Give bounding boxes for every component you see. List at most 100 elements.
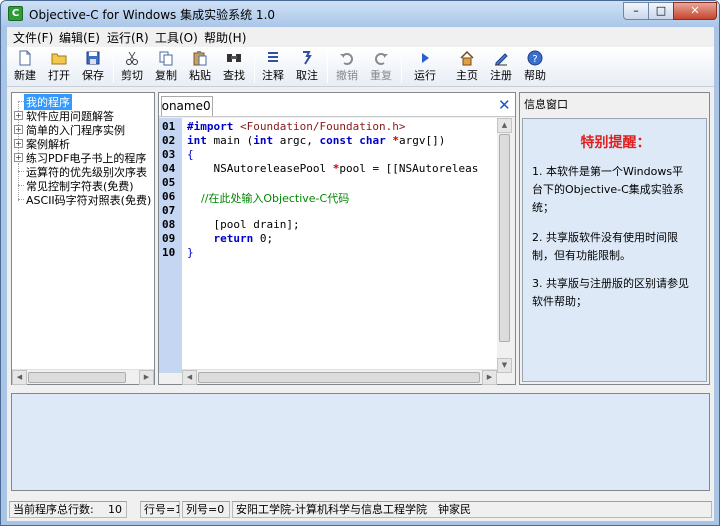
tree-connector xyxy=(18,185,24,186)
line-number: 08 xyxy=(162,218,176,231)
help-button[interactable]: ? 帮助 xyxy=(521,47,549,85)
code-token: * xyxy=(385,134,399,147)
redo-button[interactable]: 重复 xyxy=(367,47,395,85)
menu-run[interactable]: 运行(R) xyxy=(107,29,149,46)
line-number: 04 xyxy=(162,162,176,175)
scroll-down-icon[interactable]: ▼ xyxy=(497,358,512,373)
redo-icon xyxy=(375,53,388,65)
code-line: return 0; xyxy=(187,232,273,245)
file-tab-label: noname0. xyxy=(161,99,213,113)
program-tree[interactable]: 我的程序 + 软件应用问题解答 + 简单的入门程序实例 + 案例解析 + 练习P… xyxy=(11,92,155,385)
tree-connector xyxy=(18,171,24,172)
code-text-area[interactable]: #import <Foundation/Foundation.h> int ma… xyxy=(182,118,497,373)
scroll-left-icon[interactable]: ◀ xyxy=(12,370,27,385)
tree-item-pdf-exercises[interactable]: + 练习PDF电子书上的程序 xyxy=(12,150,152,165)
toolbar-separator xyxy=(254,51,255,83)
tree-horizontal-scrollbar[interactable]: ◀ ▶ xyxy=(12,369,154,385)
home-button[interactable]: 主页 xyxy=(453,47,481,85)
home-icon xyxy=(460,50,474,66)
tree-item-operator-precedence[interactable]: 运算符的优先级别次序表 xyxy=(12,164,152,179)
scrollbar-thumb[interactable] xyxy=(28,372,126,383)
title-bar[interactable]: C Objective-C for Windows 集成实验系统 1.0 – □… xyxy=(1,1,719,27)
window-title: Objective-C for Windows 集成实验系统 1.0 xyxy=(29,8,276,22)
app-window: C Objective-C for Windows 集成实验系统 1.0 – □… xyxy=(0,0,720,526)
maximize-button[interactable]: □ xyxy=(648,2,674,20)
close-tab-icon[interactable]: ✕ xyxy=(498,96,511,114)
save-button[interactable]: 保存 xyxy=(79,47,107,85)
line-number: 06 xyxy=(162,190,176,203)
tree-expand-icon[interactable]: + xyxy=(14,125,23,134)
copy-button-label: 复制 xyxy=(155,69,177,82)
run-icon xyxy=(422,53,429,63)
status-row: 行号=1 xyxy=(140,501,180,518)
scrollbar-thumb[interactable] xyxy=(198,372,480,383)
code-token: 0; xyxy=(253,232,274,245)
menu-tools[interactable]: 工具(O) xyxy=(155,29,198,46)
tree-item-my-programs[interactable]: 我的程序 xyxy=(12,94,152,110)
find-button-label: 查找 xyxy=(223,69,245,82)
code-token: #import xyxy=(187,120,234,133)
menu-edit[interactable]: 编辑(E) xyxy=(59,29,100,46)
cut-button[interactable]: 剪切 xyxy=(118,47,146,85)
tree-item-intro-examples[interactable]: + 简单的入门程序实例 xyxy=(12,122,152,137)
scrollbar-thumb[interactable] xyxy=(499,134,510,342)
undo-icon xyxy=(340,53,353,65)
tree-item-ascii-table[interactable]: ASCII码字符对照表(免费) xyxy=(12,192,152,207)
help-button-label: 帮助 xyxy=(524,69,546,82)
scroll-left-icon[interactable]: ◀ xyxy=(182,370,197,385)
file-tab[interactable]: noname0. xyxy=(161,96,213,116)
line-number: 07 xyxy=(162,204,176,217)
close-button[interactable]: ✕ xyxy=(673,2,717,20)
menu-file[interactable]: 文件(F) xyxy=(13,29,53,46)
code-token: NSAutoreleasePool xyxy=(187,162,333,175)
tree-item-case-analysis[interactable]: + 案例解析 xyxy=(12,136,152,151)
tree-item-label: 练习PDF电子书上的程序 xyxy=(26,152,147,165)
find-button[interactable]: 查找 xyxy=(220,47,248,85)
paste-button[interactable]: 粘贴 xyxy=(186,47,214,85)
uncomment-button-label: 取注 xyxy=(296,69,318,82)
uncomment-button[interactable]: 取注 xyxy=(293,47,321,85)
code-token: pool = [[NSAutoreleas xyxy=(339,162,479,175)
tree-item-faq[interactable]: + 软件应用问题解答 xyxy=(12,108,152,123)
copy-button[interactable]: 复制 xyxy=(152,47,180,85)
status-bar: 当前程序总行数: 10 行号=1 列号=0 安阳工学院-计算机科学与信息工程学院… xyxy=(7,499,714,521)
line-number: 03 xyxy=(162,148,176,161)
line-number: 09 xyxy=(162,232,176,245)
open-button[interactable]: 打开 xyxy=(45,47,73,85)
info-paragraph: 3. 共享版与注册版的区别请参见软件帮助； xyxy=(532,277,689,308)
uncomment-icon xyxy=(303,51,312,65)
output-panel[interactable] xyxy=(11,393,710,491)
line-number: 05 xyxy=(162,176,176,189)
undo-button[interactable]: 撤销 xyxy=(333,47,361,85)
code-token: main ( xyxy=(206,134,254,147)
tree-item-control-chars[interactable]: 常见控制字符表(免费) xyxy=(12,178,152,193)
tree-connector xyxy=(18,199,24,200)
save-icon xyxy=(86,51,100,65)
menu-help[interactable]: 帮助(H) xyxy=(204,29,246,46)
code-line: int main (int argc, const char *argv[]) xyxy=(187,134,445,147)
comment-button[interactable]: 注释 xyxy=(259,47,287,85)
tree-expand-icon[interactable]: + xyxy=(14,111,23,120)
code-token: return xyxy=(187,232,254,245)
new-button[interactable]: 新建 xyxy=(11,47,39,85)
toolbar-separator xyxy=(327,51,328,83)
code-line: } xyxy=(187,246,194,259)
minimize-button[interactable]: – xyxy=(623,2,649,20)
scroll-right-icon[interactable]: ▶ xyxy=(482,370,497,385)
scroll-up-icon[interactable]: ▲ xyxy=(497,118,512,133)
paste-icon xyxy=(193,51,207,66)
register-button[interactable]: 注册 xyxy=(487,47,515,85)
line-number: 02 xyxy=(162,134,176,147)
scroll-right-icon[interactable]: ▶ xyxy=(139,370,154,385)
run-button[interactable]: 运行 xyxy=(407,47,443,85)
tree-expand-icon[interactable]: + xyxy=(14,153,23,162)
status-total-lines: 当前程序总行数: 10 xyxy=(9,501,127,518)
save-button-label: 保存 xyxy=(82,69,104,82)
code-line: [pool drain]; xyxy=(187,218,300,231)
code-comment-line: //在此处输入Objective-C代码 xyxy=(187,192,350,205)
editor-vertical-scrollbar[interactable]: ▲ ▼ xyxy=(497,118,512,373)
open-button-label: 打开 xyxy=(48,69,70,82)
cut-icon xyxy=(126,51,138,65)
tree-expand-icon[interactable]: + xyxy=(14,139,23,148)
editor-horizontal-scrollbar[interactable]: ◀ ▶ xyxy=(182,369,497,385)
